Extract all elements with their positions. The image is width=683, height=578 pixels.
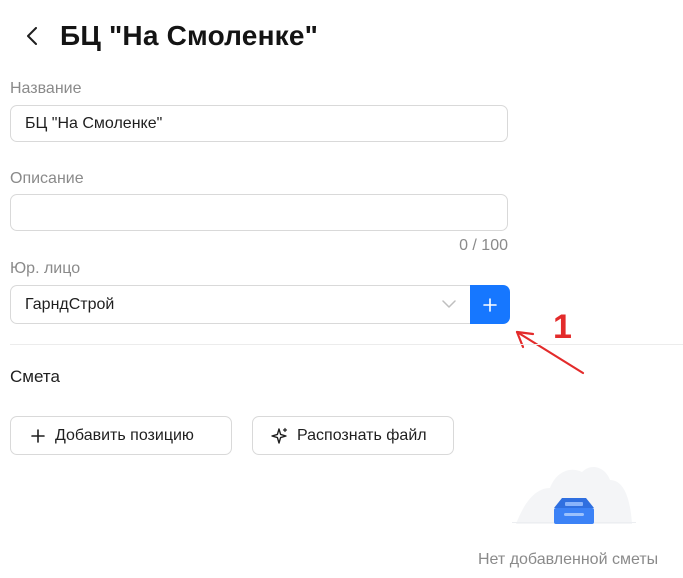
divider	[10, 344, 683, 345]
legal-entity-label: Юр. лицо	[10, 260, 81, 277]
legal-entity-value: ГарндСтрой	[25, 295, 115, 313]
chevron-down-icon	[441, 297, 457, 313]
add-position-label: Добавить позицию	[55, 426, 194, 444]
add-position-button[interactable]: Добавить позицию	[10, 416, 232, 455]
sparkle-icon	[271, 427, 289, 445]
annotation-number: 1	[553, 308, 572, 346]
page-title: БЦ "На Смоленке"	[60, 20, 319, 51]
header: БЦ "На Смоленке"	[18, 14, 318, 58]
name-label: Название	[10, 80, 82, 97]
legal-entity-select[interactable]: ГарндСтрой	[10, 285, 471, 324]
description-label: Описание	[10, 170, 84, 187]
name-input[interactable]: БЦ "На Смоленке"	[10, 105, 508, 142]
back-button[interactable]	[18, 18, 46, 54]
plus-icon	[483, 297, 497, 312]
estimate-section-title: Смета	[10, 367, 60, 386]
description-input[interactable]	[10, 194, 508, 231]
recognize-file-button[interactable]: Распознать файл	[252, 416, 454, 455]
add-legal-entity-button[interactable]	[470, 285, 510, 324]
page: БЦ "На Смоленке" Название БЦ "На Смоленк…	[0, 0, 683, 578]
plus-icon	[29, 427, 47, 445]
recognize-file-label: Распознать файл	[297, 426, 427, 444]
description-counter: 0 / 100	[459, 237, 508, 254]
empty-estimate-text: Нет добавленной сметы	[478, 551, 659, 568]
empty-box-illustration	[512, 466, 636, 524]
chevron-left-icon	[27, 27, 37, 45]
